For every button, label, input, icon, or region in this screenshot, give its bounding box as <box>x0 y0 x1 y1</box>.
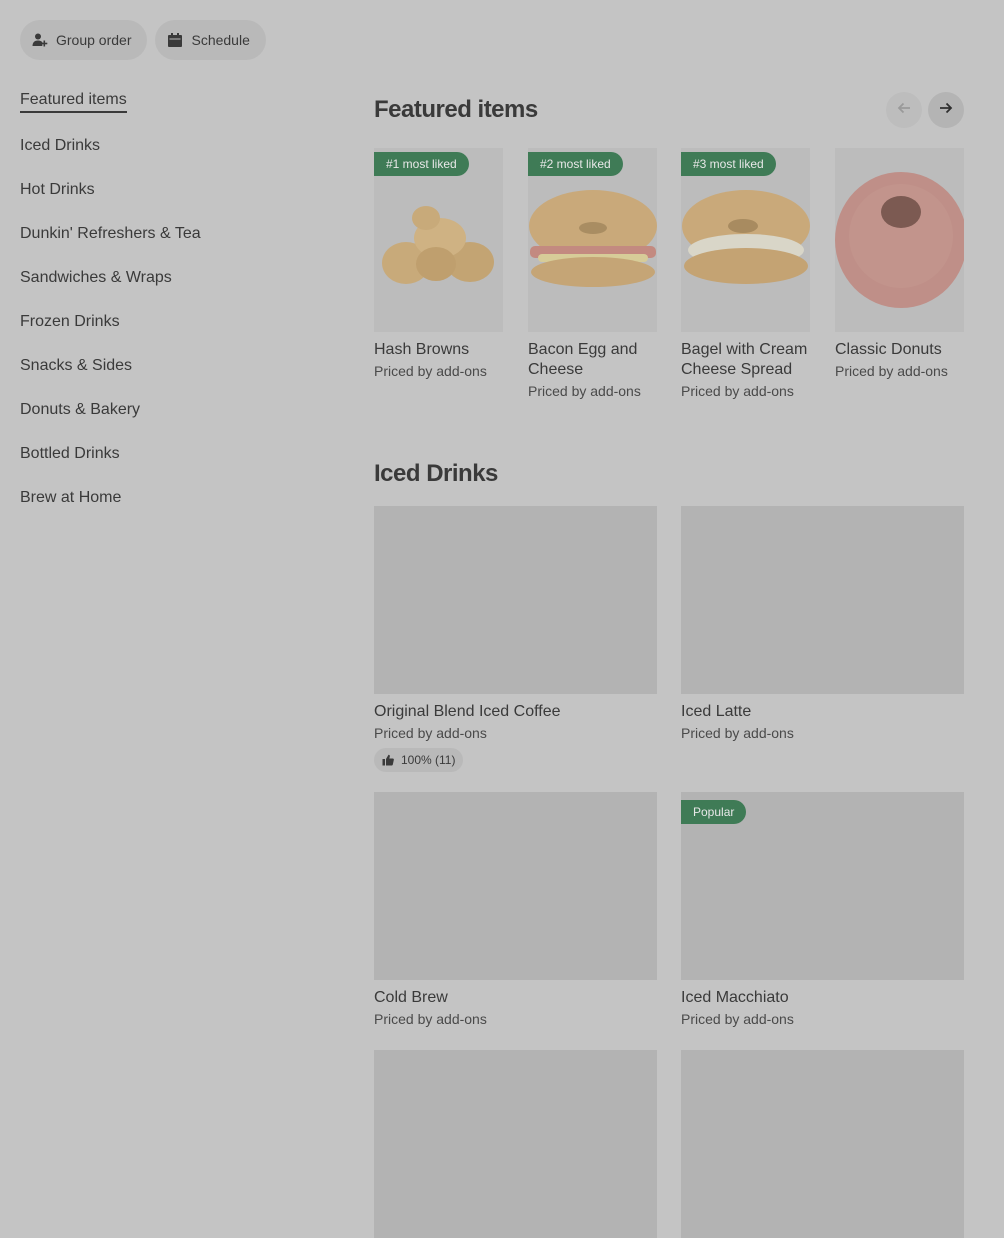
item-price: Priced by add-ons <box>374 725 487 741</box>
sidebar-item-label: Sandwiches & Wraps <box>20 269 172 286</box>
item-price: Priced by add-ons <box>374 1011 487 1027</box>
category-sidebar: Featured items Iced Drinks Hot Drinks Du… <box>20 80 320 520</box>
item-image <box>374 1050 657 1238</box>
menu-item-card[interactable] <box>374 1050 657 1238</box>
group-order-button[interactable]: Group order <box>20 20 148 60</box>
item-name: Classic Donuts <box>835 341 942 358</box>
featured-item-card[interactable]: #3 most liked Bagel with Cream Cheese Sp… <box>681 148 810 400</box>
featured-header: Featured items <box>374 90 964 130</box>
item-name: Bagel with Cream Cheese Spread <box>681 341 808 378</box>
thumbs-up-icon <box>382 754 394 766</box>
item-price: Priced by add-ons <box>528 383 641 399</box>
item-image <box>681 506 964 694</box>
sidebar-item-donuts-bakery[interactable]: Donuts & Bakery <box>20 388 320 432</box>
sidebar-item-label: Featured items <box>20 91 127 113</box>
menu-item-card[interactable]: Popular Iced Macchiato Priced by add-ons <box>681 792 964 1028</box>
item-image <box>374 506 657 694</box>
item-name: Iced Macchiato <box>681 989 789 1006</box>
sidebar-item-brew-at-home[interactable]: Brew at Home <box>20 476 320 520</box>
arrow-right-icon <box>938 100 954 121</box>
item-price: Priced by add-ons <box>835 363 948 379</box>
sidebar-item-label: Frozen Drinks <box>20 313 120 330</box>
sidebar-item-label: Dunkin' Refreshers & Tea <box>20 225 201 242</box>
featured-section-title: Featured items <box>374 96 538 123</box>
schedule-label: Schedule <box>191 32 250 48</box>
sidebar-item-hot-drinks[interactable]: Hot Drinks <box>20 168 320 212</box>
iced-drinks-section-title: Iced Drinks <box>374 460 498 487</box>
featured-item-card[interactable]: #2 most liked Bacon Egg and Cheese Price… <box>528 148 657 400</box>
menu-item-card[interactable]: Iced Latte Priced by add-ons <box>681 506 964 742</box>
featured-item-card[interactable]: #1 most liked Hash Browns Priced by add-… <box>374 148 503 380</box>
sidebar-item-sandwiches-wraps[interactable]: Sandwiches & Wraps <box>20 256 320 300</box>
add-person-icon <box>32 32 48 48</box>
most-liked-badge: #3 most liked <box>681 152 776 176</box>
carousel-prev-button[interactable] <box>886 92 922 128</box>
item-image: #3 most liked <box>681 148 810 332</box>
sidebar-item-label: Bottled Drinks <box>20 445 120 462</box>
item-price: Priced by add-ons <box>681 1011 794 1027</box>
item-image <box>374 792 657 980</box>
menu-item-card[interactable]: Cold Brew Priced by add-ons <box>374 792 657 1028</box>
menu-main: Featured items #1 most liked Hash Browns… <box>374 90 964 1238</box>
carousel-next-button[interactable] <box>928 92 964 128</box>
rating-text: 100% (11) <box>401 753 456 767</box>
most-liked-badge: #2 most liked <box>528 152 623 176</box>
sidebar-item-iced-drinks[interactable]: Iced Drinks <box>20 124 320 168</box>
sidebar-item-featured-items[interactable]: Featured items <box>20 80 320 124</box>
menu-item-card[interactable]: Original Blend Iced Coffee Priced by add… <box>374 506 657 772</box>
item-image <box>681 1050 964 1238</box>
sidebar-item-label: Snacks & Sides <box>20 357 133 374</box>
item-price: Priced by add-ons <box>374 363 487 379</box>
item-name: Bacon Egg and Cheese <box>528 341 638 378</box>
item-name: Cold Brew <box>374 989 448 1006</box>
sidebar-item-label: Brew at Home <box>20 489 122 506</box>
item-name: Hash Browns <box>374 341 470 358</box>
top-buttons: Group order Schedule <box>20 20 266 60</box>
featured-item-card[interactable]: Classic Donuts Priced by add-ons <box>835 148 964 380</box>
arrow-left-icon <box>896 100 912 121</box>
classic-donut-image <box>835 172 964 308</box>
rating-badge: 100% (11) <box>374 748 464 772</box>
schedule-button[interactable]: Schedule <box>155 20 266 60</box>
item-image <box>835 148 964 332</box>
item-price: Priced by add-ons <box>681 725 794 741</box>
featured-carousel: #1 most liked Hash Browns Priced by add-… <box>374 148 964 438</box>
item-name: Iced Latte <box>681 703 752 720</box>
popular-badge: Popular <box>681 800 747 824</box>
sidebar-item-label: Donuts & Bakery <box>20 401 141 418</box>
sidebar-item-label: Iced Drinks <box>20 137 101 154</box>
menu-item-card[interactable] <box>681 1050 964 1238</box>
sidebar-item-frozen-drinks[interactable]: Frozen Drinks <box>20 300 320 344</box>
item-image: #1 most liked <box>374 148 503 332</box>
sidebar-item-refreshers-tea[interactable]: Dunkin' Refreshers & Tea <box>20 212 320 256</box>
most-liked-badge: #1 most liked <box>374 152 469 176</box>
item-image: Popular <box>681 792 964 980</box>
sidebar-item-snacks-sides[interactable]: Snacks & Sides <box>20 344 320 388</box>
item-image: #2 most liked <box>528 148 657 332</box>
sidebar-item-label: Hot Drinks <box>20 181 95 198</box>
item-name: Original Blend Iced Coffee <box>374 703 561 720</box>
calendar-icon <box>167 32 183 48</box>
sidebar-item-bottled-drinks[interactable]: Bottled Drinks <box>20 432 320 476</box>
group-order-label: Group order <box>56 32 132 48</box>
item-price: Priced by add-ons <box>681 383 794 399</box>
